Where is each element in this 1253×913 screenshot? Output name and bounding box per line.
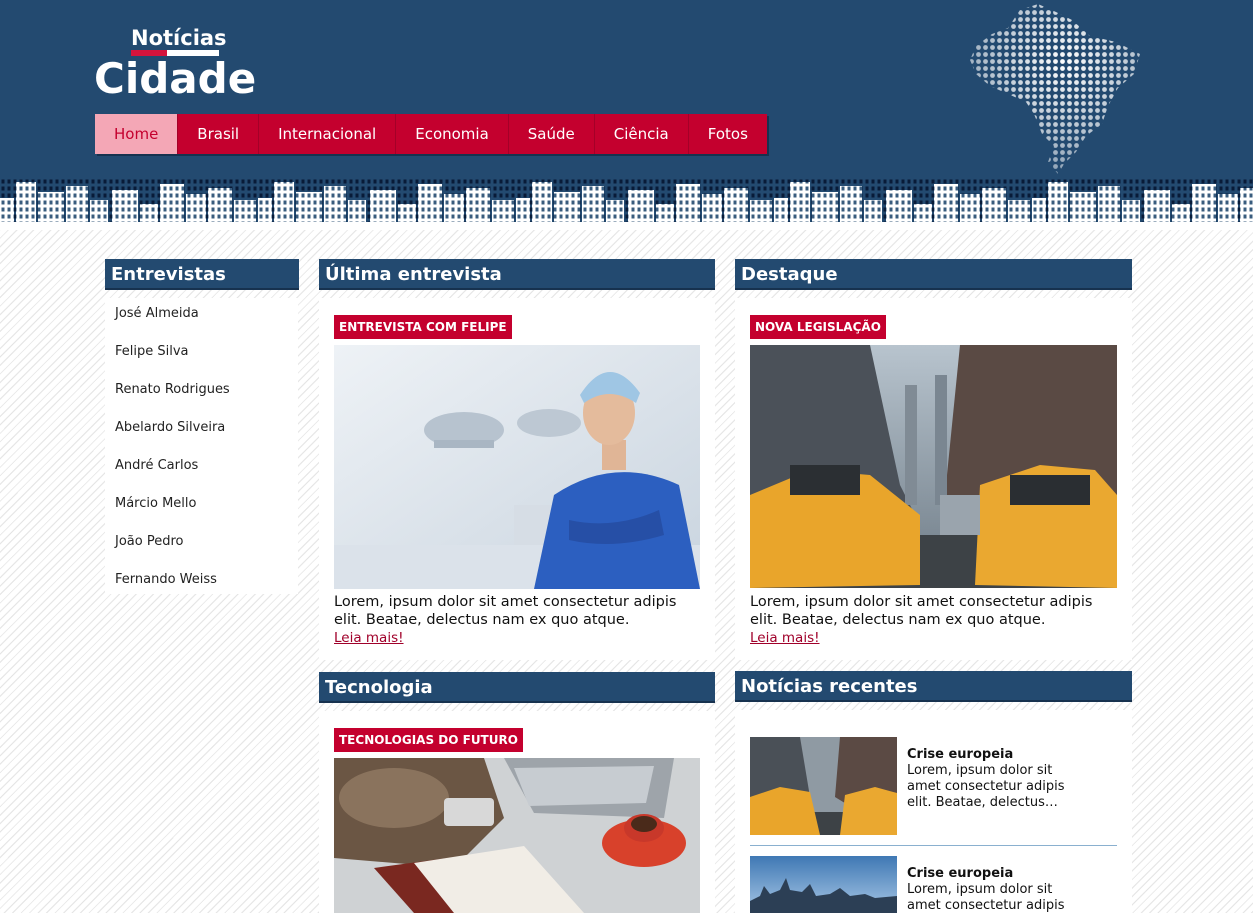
- site-logo[interactable]: Notícias Cidade: [94, 24, 257, 104]
- site-header: Notícias Cidade Home Brasil Internaciona…: [0, 0, 1253, 230]
- brazil-map-icon: [970, 4, 1140, 174]
- highlight-read-more-link[interactable]: Leia mais!: [750, 630, 820, 646]
- sidebar-item-jose-almeida[interactable]: José Almeida: [105, 298, 298, 336]
- city-skyline: [0, 178, 1253, 230]
- recent-news-title: Notícias recentes: [735, 671, 1132, 702]
- logo-top-text: Notícias: [131, 26, 227, 50]
- nav-item-ciencia[interactable]: Ciência: [595, 114, 689, 154]
- sidebar-item-joao-pedro[interactable]: João Pedro: [105, 526, 298, 564]
- highlight-tag[interactable]: NOVA LEGISLAÇÃO: [750, 315, 886, 339]
- sidebar-item-renato-rodrigues[interactable]: Renato Rodrigues: [105, 374, 298, 412]
- recent-news-divider: [750, 845, 1117, 846]
- interview-list: José Almeida Felipe Silva Renato Rodrigu…: [105, 298, 298, 594]
- nav-item-fotos[interactable]: Fotos: [689, 114, 767, 154]
- desk-photo[interactable]: [334, 758, 700, 913]
- sidebar-item-andre-carlos[interactable]: André Carlos: [105, 450, 298, 488]
- recent-news-thumb[interactable]: [750, 856, 897, 913]
- recent-news-item[interactable]: Crise europeia Lorem, ipsum dolor sit am…: [750, 737, 1117, 835]
- latest-interview-title: Última entrevista: [319, 259, 715, 290]
- recent-news-excerpt: Lorem, ipsum dolor sit amet consectetur …: [907, 763, 1065, 810]
- highlight-text: Lorem, ipsum dolor sit amet consectetur …: [750, 594, 1093, 628]
- recent-news-thumb[interactable]: [750, 737, 897, 835]
- recent-news-headline[interactable]: Crise europeia: [907, 747, 1013, 762]
- logo-bottom-text: Cidade: [94, 54, 257, 103]
- main-nav: Home Brasil Internacional Economia Saúde…: [95, 114, 767, 154]
- nav-item-economia[interactable]: Economia: [396, 114, 509, 154]
- highlight-title: Destaque: [735, 259, 1132, 290]
- technology-tag[interactable]: TECNOLOGIAS DO FUTURO: [334, 728, 523, 752]
- sidebar-item-felipe-silva[interactable]: Felipe Silva: [105, 336, 298, 374]
- sidebar-title: Entrevistas: [105, 259, 299, 290]
- nav-item-home[interactable]: Home: [95, 114, 179, 154]
- sidebar-item-fernando-weiss[interactable]: Fernando Weiss: [105, 564, 298, 602]
- sidebar-item-marcio-mello[interactable]: Márcio Mello: [105, 488, 298, 526]
- latest-interview-tag[interactable]: ENTREVISTA COM FELIPE: [334, 315, 512, 339]
- technology-title: Tecnologia: [319, 672, 715, 703]
- latest-interview-read-more-link[interactable]: Leia mais!: [334, 630, 404, 646]
- taxi-street-photo[interactable]: [750, 345, 1117, 588]
- recent-news-item[interactable]: Crise europeia Lorem, ipsum dolor sit am…: [750, 856, 1117, 913]
- nav-item-brasil[interactable]: Brasil: [178, 114, 260, 154]
- doctor-photo[interactable]: [334, 345, 700, 589]
- recent-news-excerpt: Lorem, ipsum dolor sit amet consectetur …: [907, 882, 1065, 913]
- nav-item-internacional[interactable]: Internacional: [259, 114, 397, 154]
- recent-news-headline[interactable]: Crise europeia: [907, 866, 1013, 881]
- sidebar-item-abelardo-silveira[interactable]: Abelardo Silveira: [105, 412, 298, 450]
- nav-item-saude[interactable]: Saúde: [509, 114, 595, 154]
- latest-interview-text: Lorem, ipsum dolor sit amet consectetur …: [334, 594, 677, 628]
